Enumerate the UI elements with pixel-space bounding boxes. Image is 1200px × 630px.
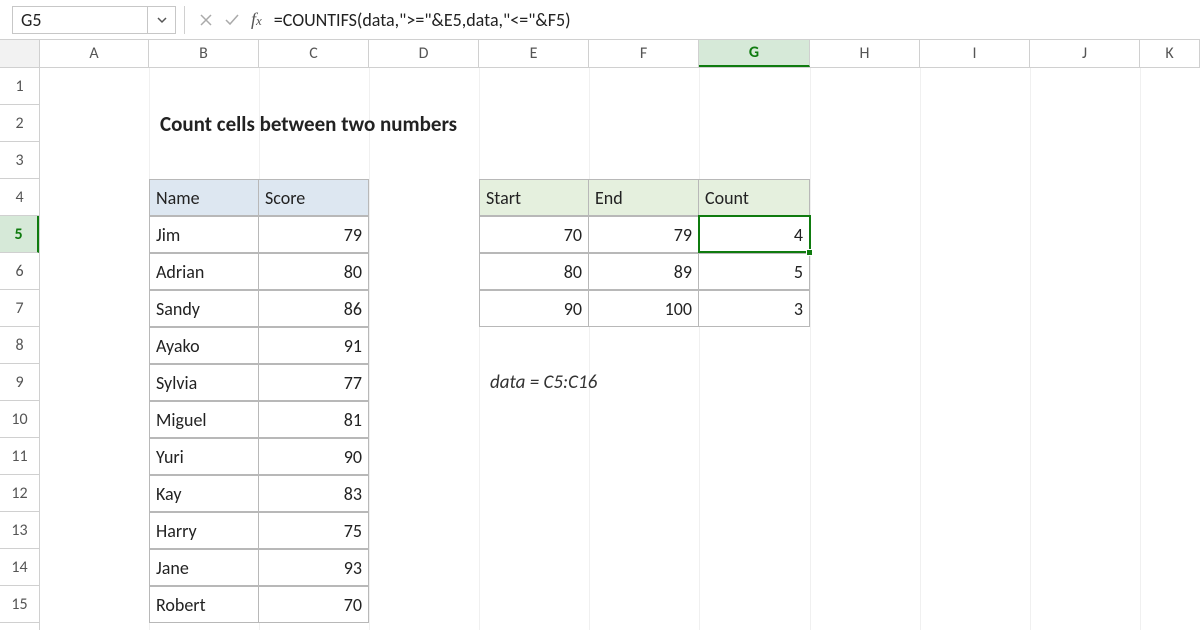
t2-header-count[interactable]: Count	[698, 179, 810, 216]
excel-window: G5 fx =COUNTIFS(data,">="&E5,data,"<="&F…	[0, 0, 1200, 630]
row-header-15[interactable]: 15	[0, 586, 39, 623]
t1-name-cell[interactable]: Harry	[149, 512, 259, 549]
row-header-10[interactable]: 10	[0, 401, 39, 438]
col-header-A[interactable]: A	[40, 40, 149, 67]
t2-start-cell[interactable]: 70	[479, 216, 589, 253]
t1-name-cell[interactable]: Jim	[149, 216, 259, 253]
cell-area[interactable]: Count cells between two numbers Name Sco…	[40, 68, 1200, 630]
col-header-G[interactable]: G	[699, 40, 810, 67]
name-box-dropdown[interactable]	[148, 6, 176, 34]
t1-score-cell[interactable]: 81	[258, 401, 369, 438]
row-header-13[interactable]: 13	[0, 512, 39, 549]
page-title: Count cells between two numbers	[154, 105, 574, 142]
col-header-D[interactable]: D	[369, 40, 479, 67]
t1-score-cell[interactable]: 79	[258, 216, 369, 253]
t2-header-start[interactable]: Start	[479, 179, 589, 216]
chevron-down-icon	[156, 14, 168, 26]
t1-name-cell[interactable]: Sylvia	[149, 364, 259, 401]
t1-name-cell[interactable]: Miguel	[149, 401, 259, 438]
row-header-2[interactable]: 2	[0, 105, 39, 142]
t1-score-cell[interactable]: 93	[258, 549, 369, 586]
t2-count-cell[interactable]: 3	[698, 290, 810, 327]
col-header-E[interactable]: E	[479, 40, 589, 67]
row-header-5[interactable]: 5	[0, 216, 39, 253]
t2-start-cell[interactable]: 90	[479, 290, 589, 327]
accept-formula-button[interactable]	[219, 6, 245, 34]
t1-score-cell[interactable]: 77	[258, 364, 369, 401]
fx-label[interactable]: fx	[245, 9, 268, 30]
row-header-3[interactable]: 3	[0, 142, 39, 179]
row-header-4[interactable]: 4	[0, 179, 39, 216]
name-box[interactable]: G5	[12, 6, 148, 34]
t1-name-cell[interactable]: Adrian	[149, 253, 259, 290]
t1-name-cell[interactable]: Kay	[149, 475, 259, 512]
fill-handle[interactable]	[806, 249, 813, 256]
col-header-K[interactable]: K	[1140, 40, 1200, 67]
formula-bar: G5 fx =COUNTIFS(data,">="&E5,data,"<="&F…	[0, 0, 1200, 40]
data-range-note: data = C5:C16	[484, 364, 734, 401]
row-headers: 1 2 3 4 5 6 7 8 9 10 11 12 13 14 15	[0, 68, 40, 630]
grid: 1 2 3 4 5 6 7 8 9 10 11 12 13 14 15	[0, 68, 1200, 630]
t1-name-cell[interactable]: Robert	[149, 586, 259, 623]
t2-end-cell[interactable]: 89	[588, 253, 699, 290]
t1-name-cell[interactable]: Ayako	[149, 327, 259, 364]
col-header-I[interactable]: I	[920, 40, 1030, 67]
col-header-C[interactable]: C	[259, 40, 369, 67]
row-header-14[interactable]: 14	[0, 549, 39, 586]
col-header-J[interactable]: J	[1030, 40, 1140, 67]
t1-score-cell[interactable]: 70	[258, 586, 369, 623]
row-header-11[interactable]: 11	[0, 438, 39, 475]
col-header-F[interactable]: F	[589, 40, 699, 67]
row-header-12[interactable]: 12	[0, 475, 39, 512]
column-headers: A B C D E F G H I J K	[0, 40, 1200, 68]
check-icon	[224, 13, 240, 27]
row-header-8[interactable]: 8	[0, 327, 39, 364]
t1-score-cell[interactable]: 90	[258, 438, 369, 475]
t1-name-cell[interactable]: Jane	[149, 549, 259, 586]
t2-header-end[interactable]: End	[588, 179, 699, 216]
row-header-7[interactable]: 7	[0, 290, 39, 327]
t1-score-cell[interactable]: 80	[258, 253, 369, 290]
t1-name-cell[interactable]: Yuri	[149, 438, 259, 475]
t1-header-name[interactable]: Name	[149, 179, 259, 216]
separator	[184, 6, 185, 34]
row-header-6[interactable]: 6	[0, 253, 39, 290]
formula-text: =COUNTIFS(data,">="&E5,data,"<="&F5)	[274, 9, 571, 31]
row-header-9[interactable]: 9	[0, 364, 39, 401]
row-header-1[interactable]: 1	[0, 68, 39, 105]
t2-count-cell[interactable]: 5	[698, 253, 810, 290]
t2-count-cell[interactable]: 4	[698, 216, 810, 253]
cancel-formula-button[interactable]	[193, 6, 219, 34]
t1-score-cell[interactable]: 91	[258, 327, 369, 364]
t1-score-cell[interactable]: 75	[258, 512, 369, 549]
col-header-H[interactable]: H	[810, 40, 920, 67]
t1-name-cell[interactable]: Sandy	[149, 290, 259, 327]
t2-start-cell[interactable]: 80	[479, 253, 589, 290]
name-box-value: G5	[21, 9, 41, 31]
col-header-B[interactable]: B	[149, 40, 259, 67]
t1-score-cell[interactable]: 86	[258, 290, 369, 327]
t2-end-cell[interactable]: 100	[588, 290, 699, 327]
x-icon	[199, 13, 213, 27]
t2-end-cell[interactable]: 79	[588, 216, 699, 253]
formula-input[interactable]: =COUNTIFS(data,">="&E5,data,"<="&F5)	[268, 6, 1200, 34]
select-all-corner[interactable]	[0, 40, 40, 67]
t1-header-score[interactable]: Score	[258, 179, 369, 216]
t1-score-cell[interactable]: 83	[258, 475, 369, 512]
